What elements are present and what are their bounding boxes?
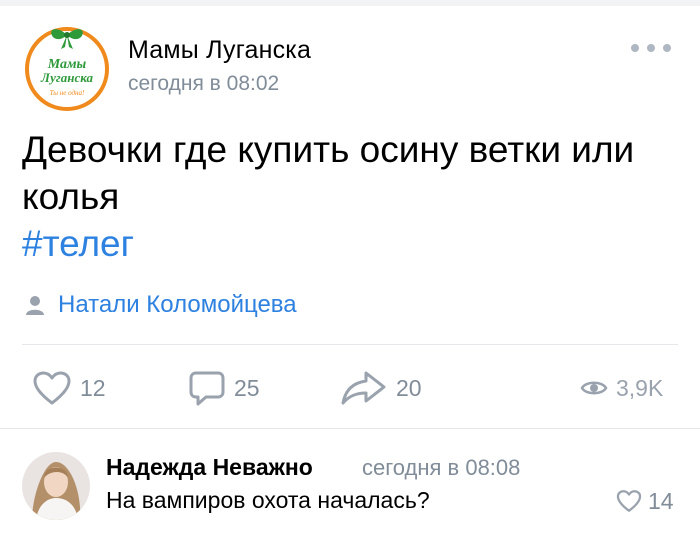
comment-like-count: 14 (648, 487, 674, 514)
post-text: Девочки где купить осину ветки или колья (22, 129, 635, 217)
post-time[interactable]: сегодня в 08:02 (128, 72, 279, 96)
comment-icon (189, 371, 225, 406)
group-avatar[interactable]: Мамы Луганска Ты не одна! (23, 23, 111, 111)
post-author[interactable]: Натали Коломойцева (24, 290, 297, 320)
comment-like-button[interactable]: 14 (616, 486, 674, 516)
comment-button[interactable]: 25 (188, 368, 260, 408)
author-name: Натали Коломойцева (58, 291, 297, 318)
group-name[interactable]: Мамы Луганска (128, 36, 311, 65)
hashtag-link[interactable]: #телег (22, 220, 134, 267)
share-button[interactable]: 20 (340, 368, 422, 408)
eye-icon (580, 381, 608, 395)
user-icon (26, 296, 44, 315)
views-counter: 3,9K (580, 368, 663, 408)
more-icon-dot (647, 44, 655, 52)
top-strip (0, 0, 700, 6)
comment-count: 25 (234, 374, 260, 401)
comment-text: На вампиров охота началась? (106, 487, 430, 513)
share-icon (341, 371, 386, 405)
more-options-button[interactable] (631, 36, 671, 60)
section-separator (0, 428, 700, 429)
svg-text:Луганска: Луганска (40, 70, 93, 85)
views-count: 3,9K (616, 374, 664, 401)
heart-icon (616, 490, 642, 512)
like-count: 12 (80, 374, 106, 401)
svg-text:Ты не одна!: Ты не одна! (50, 89, 85, 97)
divider (22, 344, 678, 345)
group-logo-icon: Мамы Луганска Ты не одна! (25, 27, 109, 111)
like-button[interactable]: 12 (32, 368, 106, 408)
heart-icon (33, 371, 71, 405)
more-icon (631, 44, 639, 52)
share-count: 20 (396, 374, 422, 401)
commenter-photo (22, 452, 90, 520)
more-icon-dot (663, 44, 671, 52)
commenter-avatar[interactable] (22, 452, 90, 520)
comment-time[interactable]: сегодня в 08:08 (362, 455, 520, 481)
commenter-name[interactable]: Надежда Неважно (106, 454, 313, 481)
